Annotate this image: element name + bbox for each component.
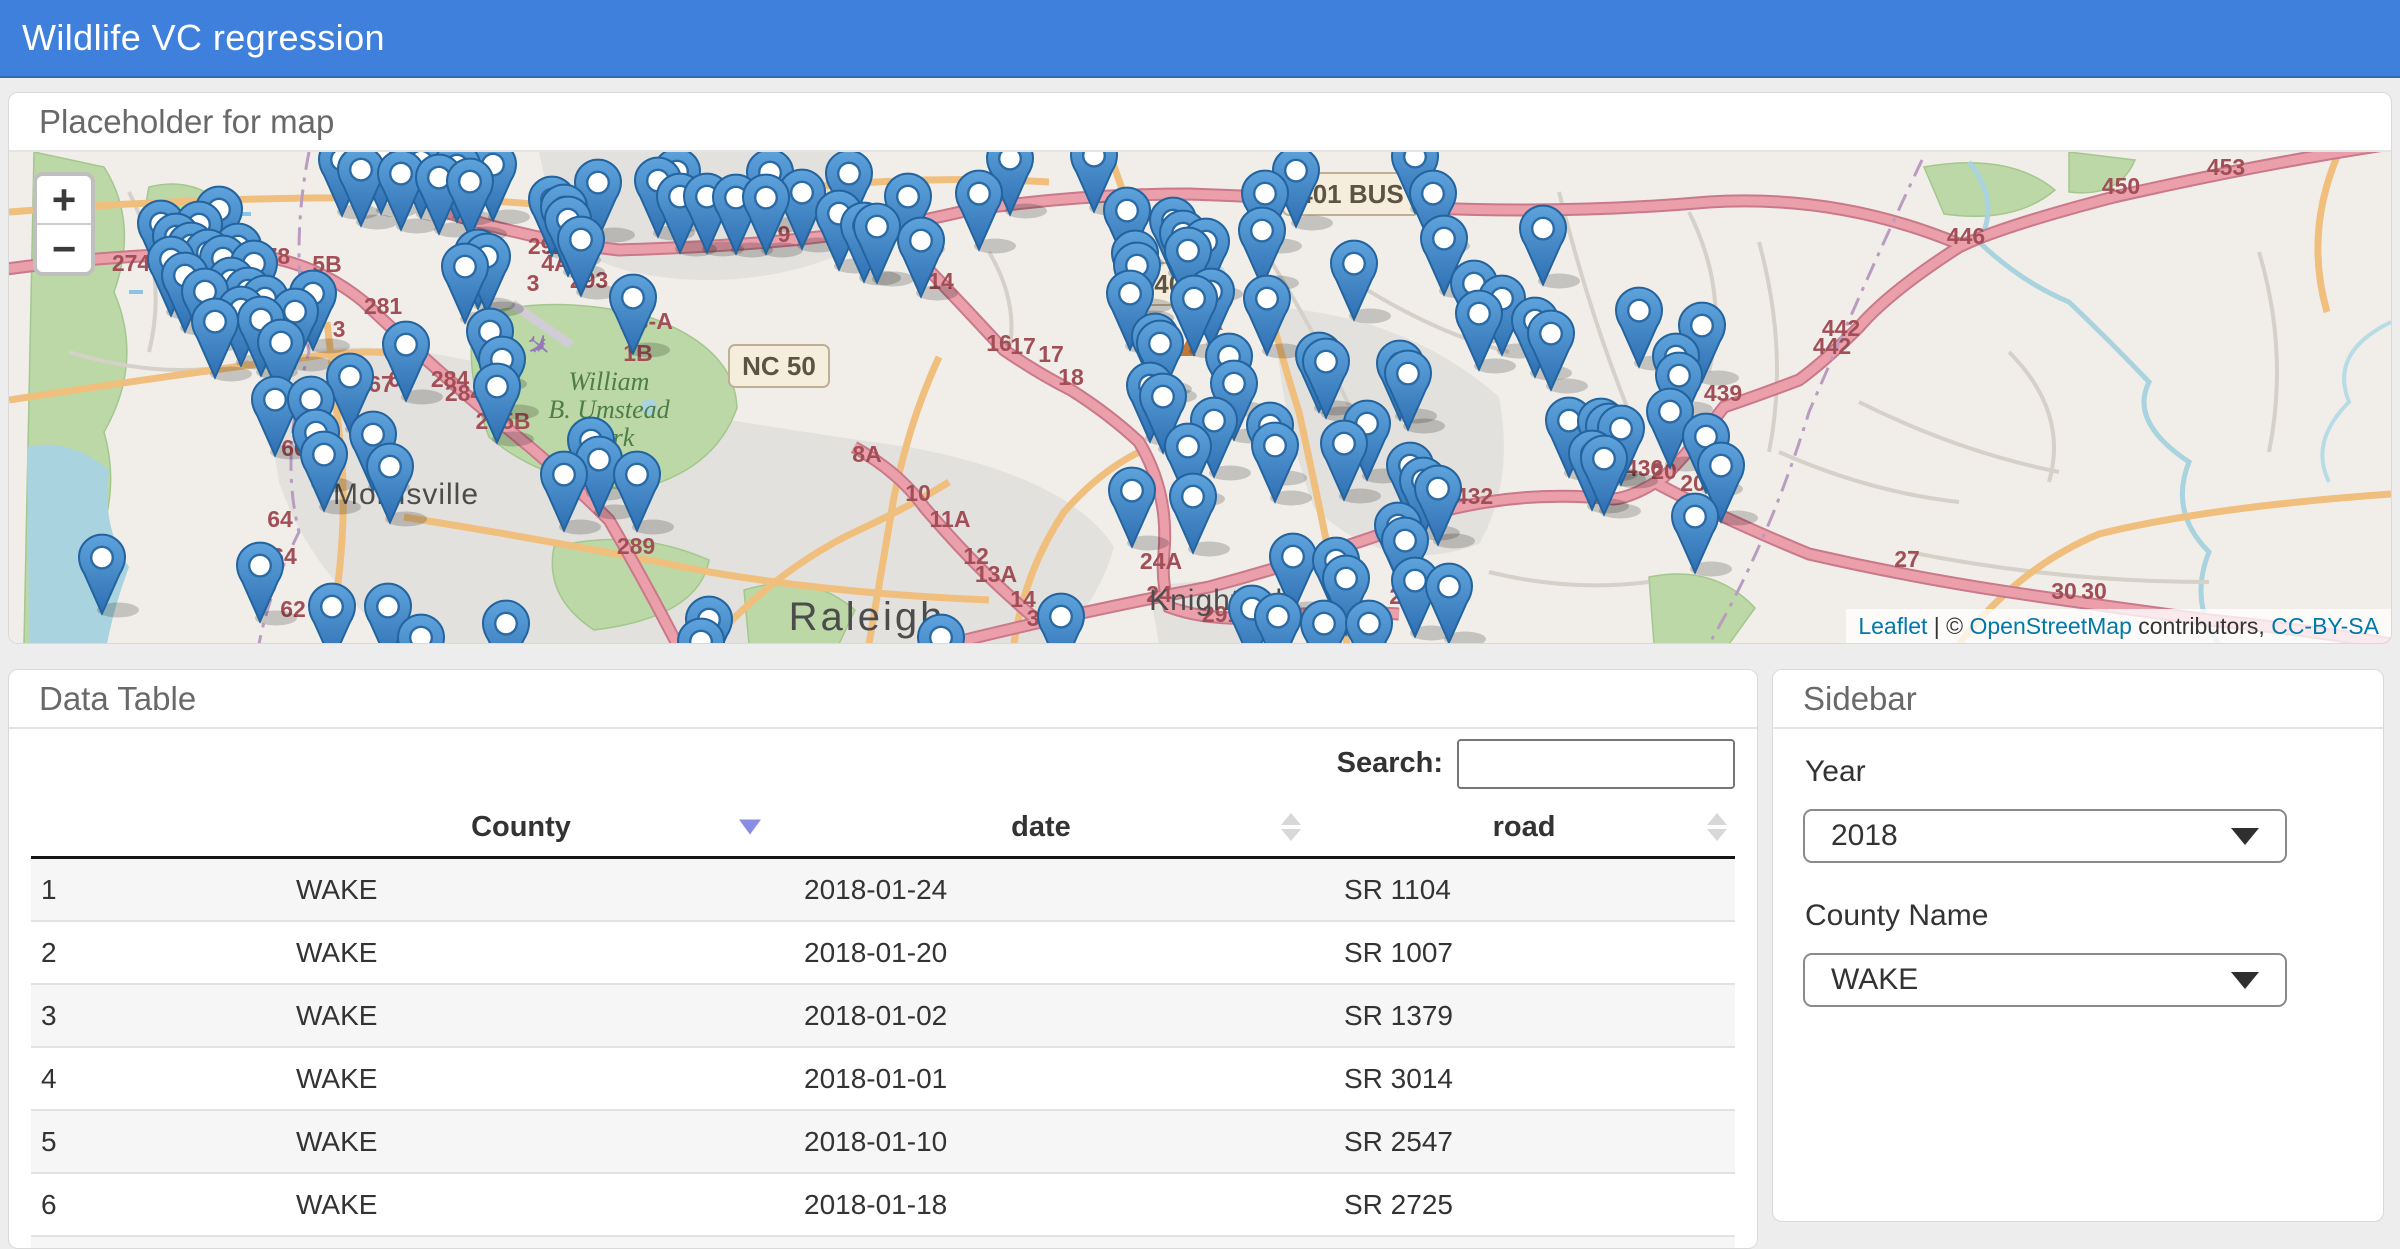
osm-link[interactable]: OpenStreetMap [1969,613,2131,639]
column-header-county[interactable]: County [271,798,771,856]
road-label: 274 [112,250,151,276]
data-table-card: Data Table Search: County date road [8,669,1758,1249]
road-label: 446 [1947,223,1985,249]
road-label: 8A [852,441,881,467]
table-cell: 6 [31,1189,271,1221]
map-card: Placeholder for map [8,92,2392,644]
map-zoom-control: + − [33,172,95,276]
table-cell: WAKE [271,1189,771,1221]
road-label: 27 [1894,546,1920,572]
table-cell: SR 1379 [1311,1000,1737,1032]
table-card-title: Data Table [9,670,1757,729]
column-header-road[interactable]: road [1311,798,1737,856]
map-marker-pin[interactable] [1255,594,1301,644]
table-cell: SR 1007 [1311,937,1737,969]
road-label: 24A [1140,548,1182,574]
table-search-row: Search: [31,729,1735,798]
table-cell: 5 [31,1126,271,1158]
road-label: 30 [2051,578,2077,604]
app-header: Wildlife VC regression [0,0,2400,78]
year-label: Year [1805,755,2353,789]
zoom-out-button[interactable]: − [37,223,91,272]
map-marker-pin[interactable] [1301,601,1347,644]
leaflet-link[interactable]: Leaflet [1858,613,1927,639]
table-cell: 3 [31,1000,271,1032]
park-label: B. Umstead [548,395,670,424]
table-body: 1WAKE2018-01-24SR 11042WAKE2018-01-20SR … [31,859,1735,1237]
map-marker-pin[interactable] [1038,594,1084,644]
chevron-down-icon [2231,828,2259,845]
leaflet-map[interactable]: ✈ NC 50401 BUS401 2742762785B5A281367696… [9,152,2391,644]
table-cell: WAKE [271,874,771,906]
column-header-rownum [31,798,271,856]
map-card-title: Placeholder for map [9,93,2391,152]
road-label: 10 [905,480,931,506]
road-shield-label: NC 50 [742,351,816,381]
table-header-row: County date road [31,798,1735,859]
table-cell: SR 2725 [1311,1189,1737,1221]
license-link[interactable]: CC-BY-SA [2271,613,2379,639]
county-name-label: County Name [1805,899,2353,933]
sort-desc-icon [739,820,761,835]
map-attribution: Leaflet | © OpenStreetMap contributors, … [1846,609,2391,644]
attribution-text: contributors, [2132,613,2271,639]
table-cell: 2018-01-10 [771,1126,1311,1158]
road-label: 453 [2207,154,2245,180]
chevron-down-icon [2231,972,2259,989]
table-cell: 2018-01-01 [771,1063,1311,1095]
map-canvas[interactable]: ✈ NC 50401 BUS401 2742762785B5A281367696… [9,152,2391,644]
map-marker-pin[interactable] [1346,601,1392,644]
attribution-text: | © [1927,613,1969,639]
year-select-value: 2018 [1831,819,1898,853]
table-cell: SR 1104 [1311,874,1737,906]
table-cell: 4 [31,1063,271,1095]
table-cell: 2018-01-20 [771,937,1311,969]
column-header-date[interactable]: date [771,798,1311,856]
sort-both-icon [1707,813,1727,841]
zoom-in-button[interactable]: + [37,176,91,223]
table-cell: WAKE [271,937,771,969]
table-cell: 2018-01-02 [771,1000,1311,1032]
table-row-clipped[interactable] [31,1237,1735,1249]
table-row[interactable]: 3WAKE2018-01-02SR 1379 [31,985,1735,1048]
table-cell: SR 3014 [1311,1063,1737,1095]
table-cell: SR 2547 [1311,1126,1737,1158]
sidebar-card: Sidebar Year 2018 County Name WAKE [1772,669,2384,1222]
county-select[interactable]: WAKE [1803,953,2287,1007]
sort-both-icon [1281,813,1301,841]
park-label: William [569,367,650,396]
table-cell: 2 [31,937,271,969]
road-label: 281 [364,293,403,319]
road-label: 289 [617,533,655,559]
table-row[interactable]: 6WAKE2018-01-18SR 2725 [31,1174,1735,1237]
search-label: Search: [1337,747,1443,780]
road-label: 11A [930,506,971,532]
table-row[interactable]: 2WAKE2018-01-20SR 1007 [31,922,1735,985]
road-label: 16 [986,330,1012,356]
table-cell: WAKE [271,1126,771,1158]
road-label: 3 [527,270,540,296]
road-label: 3 [333,316,346,342]
table-cell: 2018-01-18 [771,1189,1311,1221]
table-row[interactable]: 4WAKE2018-01-01SR 3014 [31,1048,1735,1111]
table-row[interactable]: 5WAKE2018-01-10SR 2547 [31,1111,1735,1174]
road-label: 13A [975,561,1017,587]
map-marker-pin[interactable] [483,601,529,644]
table-cell: 1 [31,874,271,906]
year-select[interactable]: 2018 [1803,809,2287,863]
table-cell: 2018-01-24 [771,874,1311,906]
table-row[interactable]: 1WAKE2018-01-24SR 1104 [31,859,1735,922]
road-label: 17 [1010,333,1036,359]
road-label: 64 [267,506,293,532]
county-select-value: WAKE [1831,963,1918,997]
search-input[interactable] [1457,739,1735,789]
table-cell: WAKE [271,1000,771,1032]
table-cell: WAKE [271,1063,771,1095]
sidebar-title: Sidebar [1773,670,2383,729]
page-title: Wildlife VC regression [22,17,385,59]
road-label: 442 [1813,333,1851,359]
road-label: 30 [2081,578,2107,604]
road-label: 18 [1058,364,1084,390]
road-label: 450 [2102,173,2140,199]
